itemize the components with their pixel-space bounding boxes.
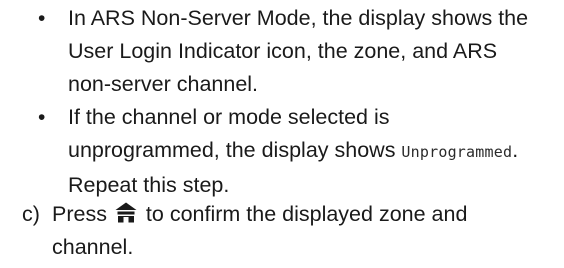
list-item: • If the channel or mode selected is unp… — [0, 101, 564, 202]
bullet-text: In ARS Non-Server Mode, the display show… — [68, 6, 529, 96]
document-page: • In ARS Non-Server Mode, the display sh… — [0, 0, 564, 268]
display-text-unprogrammed: Unprogrammed — [401, 143, 513, 161]
list-item: • In ARS Non-Server Mode, the display sh… — [0, 2, 564, 101]
home-icon — [115, 202, 137, 223]
step-text: Press to confirm the displayed zone and … — [0, 198, 564, 264]
bullet-list: • In ARS Non-Server Mode, the display sh… — [0, 2, 564, 202]
step-label: c) — [22, 202, 40, 226]
step-text-before: Press — [52, 202, 113, 226]
bullet-marker: • — [38, 106, 46, 129]
step-c: c) Press to confirm the displayed zone a… — [0, 198, 564, 264]
bullet-marker: • — [38, 7, 46, 30]
bullet-text-before: If the channel or mode selected is unpro… — [68, 105, 402, 162]
